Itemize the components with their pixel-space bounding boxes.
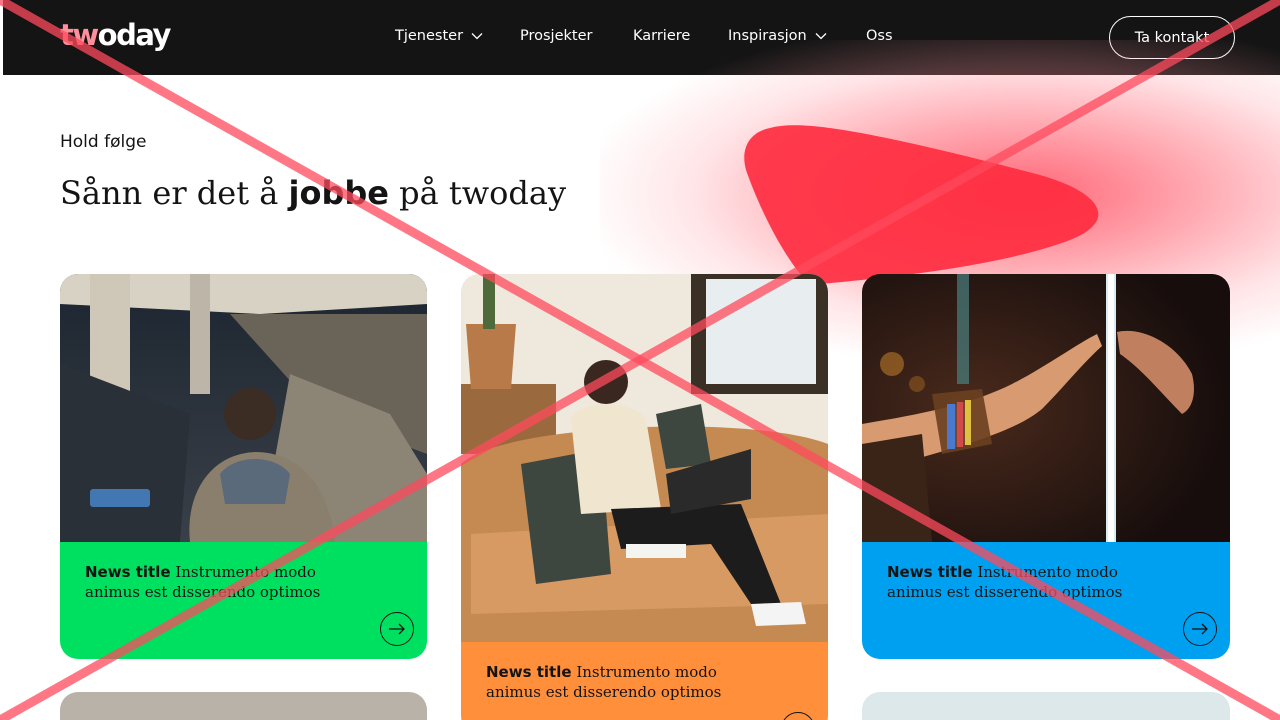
chevron-down-icon xyxy=(471,33,483,40)
card-text: News title Instrumento modo animus est d… xyxy=(887,563,1123,601)
nav-item-prosjekter[interactable]: Prosjekter xyxy=(520,28,592,44)
card-text: News title Instrumento modo animus est d… xyxy=(486,663,722,701)
arrow-right-icon xyxy=(1192,623,1208,635)
news-card[interactable]: News title Instrumento modo animus est d… xyxy=(862,274,1230,659)
card-body: News title Instrumento modo animus est d… xyxy=(461,642,828,720)
news-card[interactable]: News title Instrumento modo animus est d… xyxy=(461,274,828,720)
news-card-partial[interactable] xyxy=(862,692,1230,720)
chevron-down-icon xyxy=(815,33,827,40)
news-card[interactable]: News title Instrumento modo animus est d… xyxy=(60,274,427,659)
nav-label: Prosjekter xyxy=(520,28,593,44)
arrow-right-icon xyxy=(389,623,405,635)
photo-man-escalator xyxy=(60,274,427,542)
arrow-right-button[interactable] xyxy=(781,712,815,720)
section-heading: Sånn er det å jobbe på twoday xyxy=(60,174,567,212)
photo-hands-neon xyxy=(862,274,1230,542)
section-eyebrow: Hold følge xyxy=(60,132,147,152)
decorative-triangle-shape xyxy=(744,125,1099,286)
twoday-logo[interactable]: twoday xyxy=(60,18,171,52)
photo-man-sofa-laptop xyxy=(461,274,828,642)
nav-item-tjenester[interactable]: Tjenester xyxy=(395,28,483,44)
nav-label: Tjenester xyxy=(395,28,464,44)
arrow-right-button[interactable] xyxy=(1183,612,1217,646)
arrow-right-button[interactable] xyxy=(380,612,414,646)
card-body: News title Instrumento modo animus est d… xyxy=(862,542,1230,659)
news-card-partial[interactable] xyxy=(60,692,427,720)
card-body: News title Instrumento modo animus est d… xyxy=(60,542,427,659)
card-text: News title Instrumento modo animus est d… xyxy=(85,563,321,601)
